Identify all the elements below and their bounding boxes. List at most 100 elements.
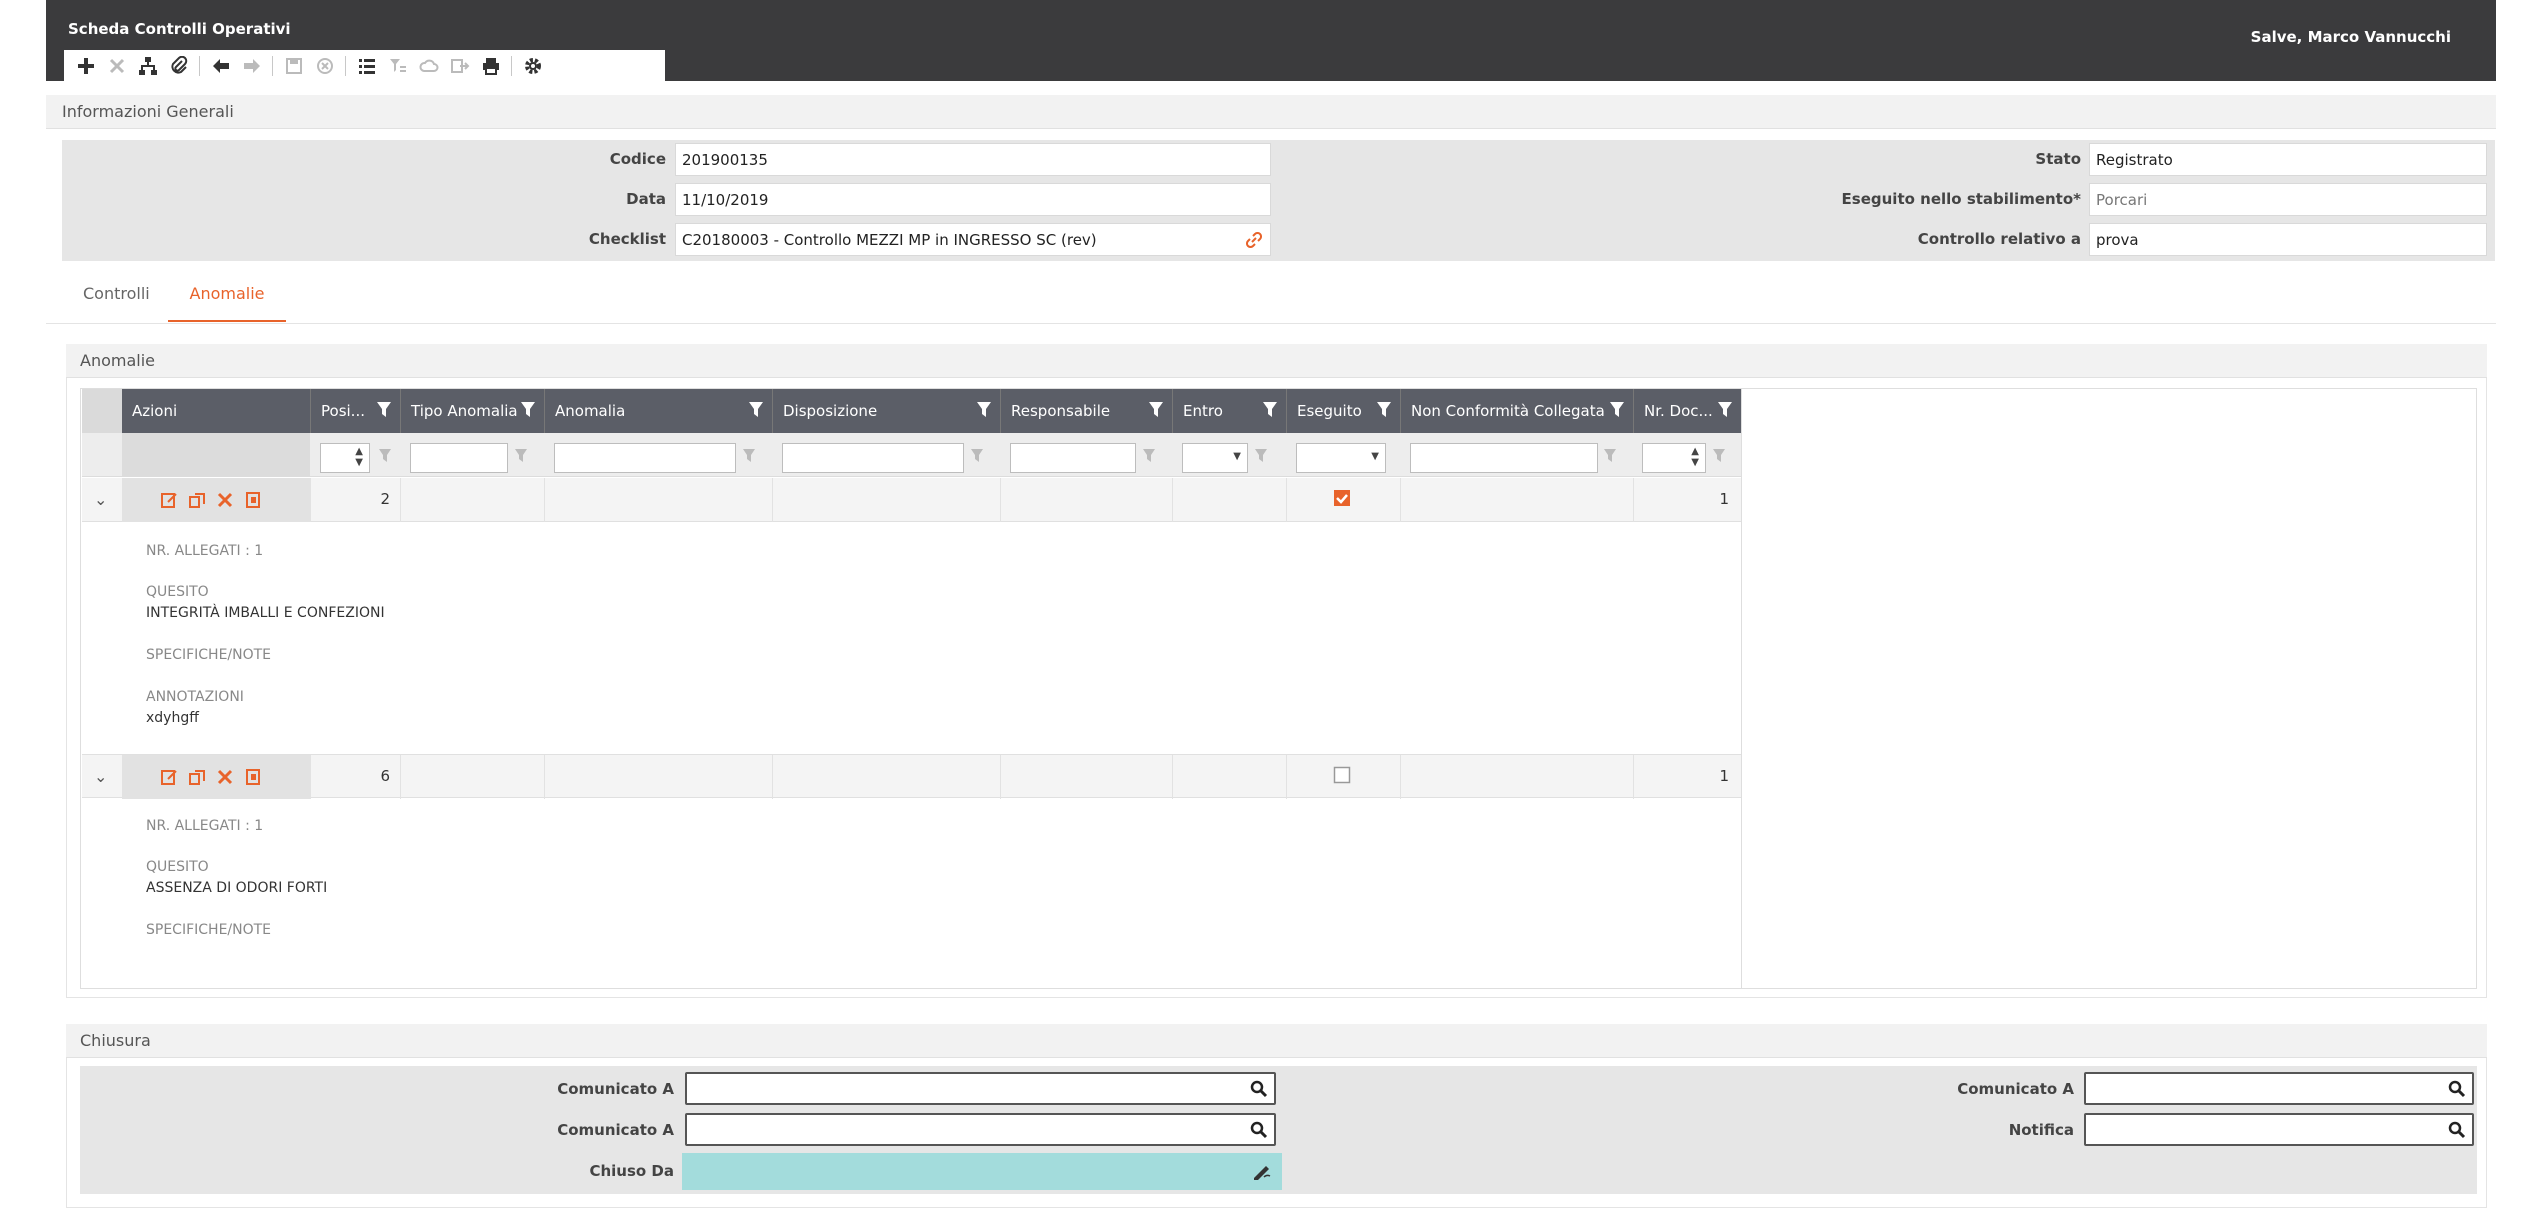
spinner-icon[interactable]: ▲ ▼ (355, 446, 363, 468)
search-icon[interactable] (1250, 1080, 1268, 1098)
search-icon[interactable] (1250, 1121, 1268, 1139)
chevron-down-icon[interactable]: ▼ (1233, 451, 1241, 462)
filter-icon[interactable] (514, 448, 528, 464)
search-icon[interactable] (2448, 1080, 2466, 1098)
filter-icon[interactable] (1376, 401, 1392, 419)
nr-allegati: NR. ALLEGATI : 1 (146, 818, 264, 834)
filter-icon[interactable] (378, 448, 392, 464)
stato-field[interactable]: Registrato (2089, 143, 2487, 176)
filter-list-button[interactable] (382, 50, 413, 81)
top-bar: Scheda Controlli Operativi Salve, Marco … (46, 0, 2496, 81)
spinner-icon[interactable]: ▲ ▼ (1691, 446, 1699, 468)
chevron-down-icon[interactable]: ⌄ (94, 767, 107, 786)
checklist-field[interactable]: C20180003 - Controllo MEZZI MP in INGRES… (675, 223, 1271, 256)
column-header-non-conformita[interactable]: Non Conformità Collegata (1400, 389, 1633, 433)
row-actions-cell (122, 478, 310, 522)
hierarchy-button[interactable] (132, 50, 163, 81)
codice-field[interactable]: 201900135 (675, 143, 1271, 176)
tab-controlli[interactable]: Controlli (79, 284, 154, 322)
chevron-down-icon[interactable]: ▼ (1371, 451, 1379, 462)
edit-icon[interactable] (160, 768, 178, 786)
disposizione-filter-input[interactable] (782, 443, 964, 473)
entro-filter-input[interactable]: ▼ (1182, 443, 1248, 473)
stabilimento-label: Eseguito nello stabilimento* (1841, 190, 2081, 208)
filter-icon[interactable] (1603, 448, 1617, 464)
filter-icon[interactable] (1262, 401, 1278, 419)
chiuso-da-field[interactable] (682, 1153, 1282, 1190)
filter-icon[interactable] (1712, 448, 1726, 464)
comunicato-a-input[interactable] (685, 1113, 1276, 1146)
print-button[interactable] (475, 50, 506, 81)
posizione-filter-input[interactable]: ▲ ▼ (320, 443, 370, 473)
column-label: Tipo Anomalia (411, 402, 518, 420)
quesito-label: QUESITO (146, 859, 209, 875)
filter-icon[interactable] (1254, 448, 1268, 464)
comunicato-a-input[interactable] (2084, 1072, 2474, 1105)
grid-header-lead (82, 389, 122, 433)
cell-divider (1000, 755, 1001, 799)
settings-button[interactable] (517, 50, 548, 81)
column-header-nr-doc[interactable]: Nr. Doc... (1633, 389, 1741, 433)
column-header-tipo-anomalia[interactable]: Tipo Anomalia (400, 389, 544, 433)
filter-icon[interactable] (742, 448, 756, 464)
eseguito-filter-select[interactable]: ▼ (1296, 443, 1386, 473)
link-icon[interactable] (1246, 232, 1262, 248)
filter-icon[interactable] (976, 401, 992, 419)
tipo-anomalia-filter-input[interactable] (410, 443, 508, 473)
cell-divider (1400, 755, 1401, 799)
notifica-input[interactable] (2084, 1113, 2474, 1146)
list-icon (358, 58, 375, 74)
filter-icon[interactable] (1142, 448, 1156, 464)
anomalia-filter-input[interactable] (554, 443, 736, 473)
copy-icon[interactable] (188, 768, 206, 786)
column-header-responsabile[interactable]: Responsabile (1000, 389, 1172, 433)
stabilimento-field[interactable]: Porcari (2089, 183, 2487, 216)
column-header-azioni[interactable]: Azioni (122, 389, 310, 433)
attach-button[interactable] (163, 50, 194, 81)
tools-icon[interactable] (216, 768, 234, 786)
column-header-anomalia[interactable]: Anomalia (544, 389, 772, 433)
comunicato-a-input[interactable] (685, 1072, 1276, 1105)
filter-icon[interactable] (970, 448, 984, 464)
checkbox-checked[interactable] (1333, 489, 1351, 507)
comunicato-a-label: Comunicato A (557, 1121, 674, 1139)
nr-doc-filter-input[interactable]: ▲ ▼ (1642, 443, 1706, 473)
tab-anomalie[interactable]: Anomalie (168, 284, 286, 322)
document-icon[interactable] (244, 768, 262, 786)
checkbox-unchecked[interactable] (1333, 766, 1351, 784)
column-header-eseguito[interactable]: Eseguito (1286, 389, 1400, 433)
data-field[interactable]: 11/10/2019 (675, 183, 1271, 216)
copy-icon[interactable] (188, 491, 206, 509)
filter-icon[interactable] (748, 401, 764, 419)
next-button[interactable] (236, 50, 267, 81)
filter-icon[interactable] (520, 401, 536, 419)
document-icon[interactable] (244, 491, 262, 509)
relativo-field[interactable]: prova (2089, 223, 2487, 256)
filter-icon[interactable] (1609, 401, 1625, 419)
non-conformita-filter-input[interactable] (1410, 443, 1598, 473)
column-header-disposizione[interactable]: Disposizione (772, 389, 1000, 433)
filter-icon[interactable] (1717, 401, 1733, 419)
column-header-posizione[interactable]: Posi... (310, 389, 400, 433)
filter-icon[interactable] (1148, 401, 1164, 419)
export-button[interactable] (444, 50, 475, 81)
column-header-entro[interactable]: Entro (1172, 389, 1286, 433)
row-detail: QUESITO INTEGRITÀ IMBALLI E CONFEZIONI (146, 582, 385, 624)
cloud-settings-button[interactable] (413, 50, 444, 81)
list-button[interactable] (351, 50, 382, 81)
responsabile-filter-input[interactable] (1010, 443, 1136, 473)
tools-icon[interactable] (216, 491, 234, 509)
chevron-down-icon[interactable]: ⌄ (94, 490, 107, 509)
search-icon[interactable] (2448, 1121, 2466, 1139)
save-icon (285, 57, 302, 74)
add-button[interactable] (70, 50, 101, 81)
cell-divider (400, 478, 401, 522)
previous-button[interactable] (205, 50, 236, 81)
filter-icon[interactable] (376, 401, 392, 419)
cancel-button[interactable] (309, 50, 340, 81)
signature-icon[interactable] (1252, 1162, 1272, 1180)
column-label: Responsabile (1011, 402, 1111, 420)
delete-button[interactable] (101, 50, 132, 81)
save-button[interactable] (278, 50, 309, 81)
edit-icon[interactable] (160, 491, 178, 509)
